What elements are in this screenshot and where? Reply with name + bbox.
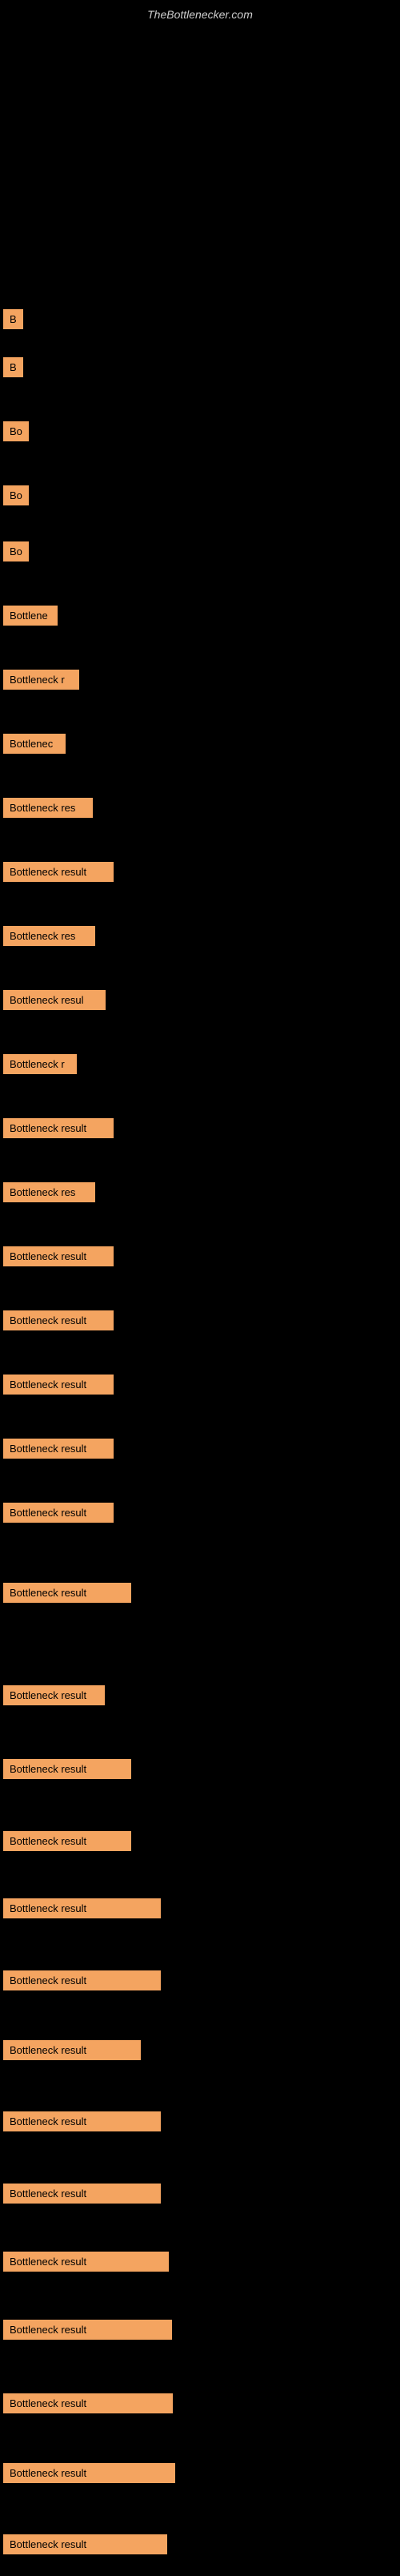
bottleneck-item-9: Bottleneck r (3, 670, 79, 690)
bottleneck-item-10: Bottlenec (3, 734, 66, 754)
bottleneck-item-11: Bottleneck res (3, 798, 93, 818)
bottleneck-item-35: Bottleneck result (3, 2463, 175, 2483)
bottleneck-item-12: Bottleneck result (3, 862, 114, 882)
bottleneck-item-21: Bottleneck result (3, 1439, 114, 1459)
bottleneck-item-5: Bo (3, 421, 29, 441)
bottleneck-item-34: Bottleneck result (3, 2393, 173, 2413)
bottleneck-item-29: Bottleneck result (3, 2040, 141, 2060)
bottleneck-item-23: Bottleneck result (3, 1583, 131, 1603)
bottleneck-item-19: Bottleneck result (3, 1310, 114, 1330)
bottleneck-item-20: Bottleneck result (3, 1375, 114, 1395)
bottleneck-item-28: Bottleneck result (3, 1970, 161, 1990)
bottleneck-item-30: Bottleneck result (3, 2111, 161, 2131)
bottleneck-item-18: Bottleneck result (3, 1246, 114, 1266)
bottleneck-item-25: Bottleneck result (3, 1759, 131, 1779)
bottleneck-item-13: Bottleneck res (3, 926, 95, 946)
bottleneck-item-8: Bottlene (3, 606, 58, 626)
bottleneck-item-15: Bottleneck r (3, 1054, 77, 1074)
bottleneck-item-4: B (3, 357, 23, 377)
bottleneck-item-17: Bottleneck res (3, 1182, 95, 1202)
bottleneck-item-7: Bo (3, 541, 29, 561)
bottleneck-item-27: Bottleneck result (3, 1898, 161, 1918)
bottleneck-item-31: Bottleneck result (3, 2184, 161, 2204)
bottleneck-item-26: Bottleneck result (3, 1831, 131, 1851)
bottleneck-item-32: Bottleneck result (3, 2252, 169, 2272)
bottleneck-item-6: Bo (3, 485, 29, 505)
bottleneck-item-33: Bottleneck result (3, 2320, 172, 2340)
bottleneck-item-3: B (3, 309, 23, 329)
bottleneck-item-24: Bottleneck result (3, 1685, 105, 1705)
bottleneck-item-16: Bottleneck result (3, 1118, 114, 1138)
bottleneck-item-36: Bottleneck result (3, 2534, 167, 2554)
bottleneck-item-22: Bottleneck result (3, 1503, 114, 1523)
site-title: TheBottlenecker.com (0, 0, 400, 29)
bottleneck-item-14: Bottleneck resul (3, 990, 106, 1010)
